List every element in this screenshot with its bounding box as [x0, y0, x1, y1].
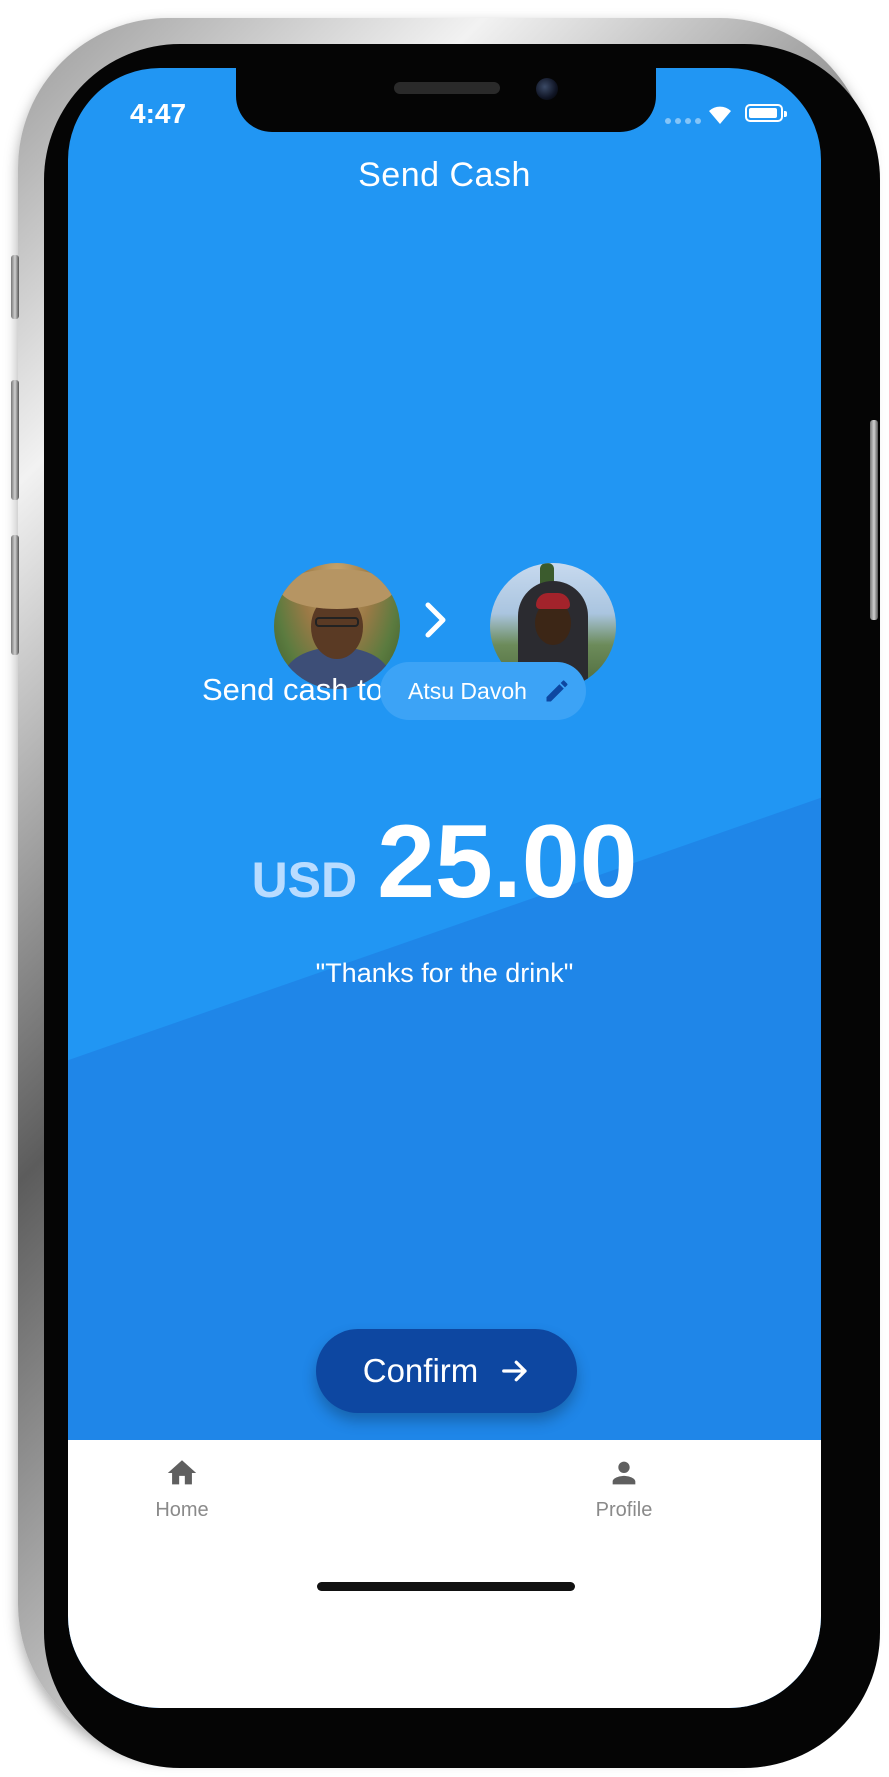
currency-code: USD	[251, 852, 358, 908]
tab-home-label: Home	[155, 1499, 209, 1521]
page-title: Send Cash	[358, 156, 531, 194]
notch	[236, 68, 656, 132]
home-icon	[167, 1460, 197, 1485]
cellular-signal-icon	[665, 118, 701, 124]
recipient-chip[interactable]: Atsu Davoh	[380, 662, 586, 720]
transfer-note: "Thanks for the drink"	[315, 958, 574, 988]
tab-profile[interactable]: Profile	[564, 1456, 684, 1522]
tab-home[interactable]: Home	[122, 1456, 242, 1522]
arrow-right-icon	[502, 1360, 527, 1382]
volume-up-button	[11, 380, 19, 500]
battery-icon	[745, 104, 787, 122]
front-camera	[536, 78, 558, 100]
amount-display: USD 25.00	[68, 803, 821, 922]
app-screen: 4:47 Send Cash Send cash to Atsu Davoh U…	[68, 68, 821, 1708]
edit-pencil-icon[interactable]	[543, 677, 571, 705]
recipient-name: Atsu Davoh	[408, 677, 527, 704]
tab-profile-label: Profile	[595, 1499, 653, 1521]
volume-down-button	[11, 535, 19, 655]
confirm-label: Confirm	[362, 1352, 479, 1389]
status-time: 4:47	[130, 98, 187, 129]
battery-level	[749, 108, 778, 118]
power-button	[870, 420, 878, 620]
wifi-icon	[709, 106, 731, 124]
sender-avatar	[274, 563, 400, 689]
confirm-button[interactable]: Confirm	[316, 1329, 577, 1413]
mute-switch	[11, 255, 19, 319]
home-indicator[interactable]	[317, 1582, 575, 1591]
amount-value: 25.00	[377, 804, 638, 920]
chevron-right-icon	[425, 602, 446, 638]
speaker-grille	[394, 82, 500, 94]
send-cash-label: Send cash to	[202, 672, 383, 707]
tab-bar: Home Profile	[68, 1440, 821, 1708]
person-icon	[612, 1461, 636, 1485]
